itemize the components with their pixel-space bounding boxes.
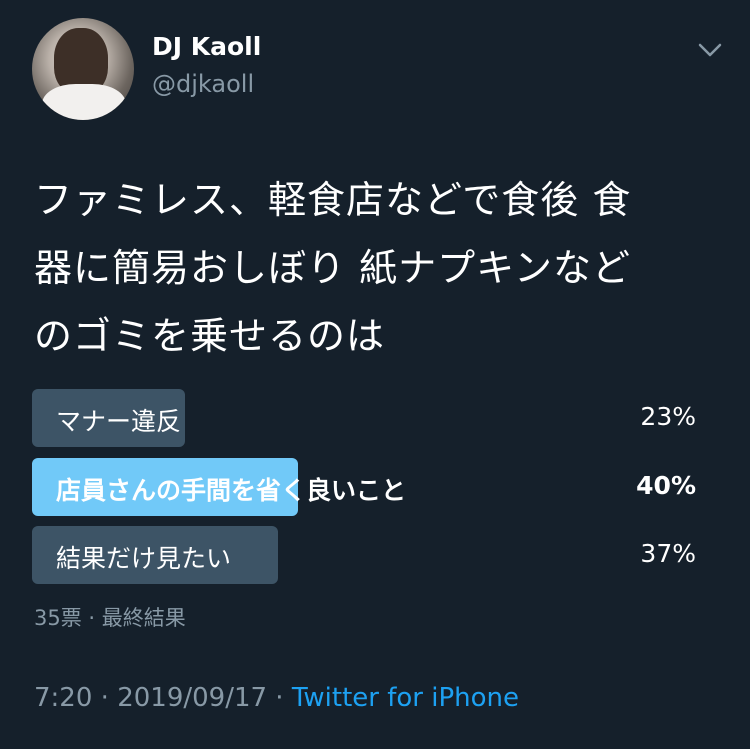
tweet-date[interactable]: 2019/09/17 (117, 683, 267, 713)
avatar-shirt (42, 84, 126, 120)
avatar[interactable] (32, 18, 134, 120)
poll-option: 結果だけ見たい 37% (32, 526, 696, 584)
poll-option-percent: 37% (640, 539, 696, 568)
separator: · (81, 606, 102, 630)
tweet-text-line: のゴミを乗せるのは (34, 314, 386, 358)
user-handle[interactable]: @djkaoll (152, 70, 254, 98)
poll-option-label: 店員さんの手間を省く良いこと (56, 476, 407, 505)
tweet-source-link[interactable]: Twitter for iPhone (292, 683, 519, 713)
tweet-text: ファミレス、軽食店などで食後 食 器に簡易おしぼり 紙ナプキンなど のゴミを乗せ… (34, 166, 724, 370)
poll-vote-count: 35票 (34, 606, 82, 630)
tweet-text-line: 器に簡易おしぼり 紙ナプキンなど (34, 246, 631, 290)
poll-option: マナー違反 23% (32, 389, 696, 447)
poll-option-percent: 40% (636, 471, 696, 500)
poll-status: 最終結果 (101, 606, 186, 630)
tweet-time[interactable]: 7:20 (34, 683, 92, 713)
poll-meta: 35票 · 最終結果 (34, 602, 186, 632)
poll-option: 店員さんの手間を省く良いこと 40% (32, 458, 696, 516)
poll-option-label: 結果だけ見たい (56, 544, 232, 573)
tweet-meta: 7:20 · 2019/09/17 · Twitter for iPhone (34, 683, 519, 713)
separator: · (92, 683, 118, 713)
display-name[interactable]: DJ Kaoll (152, 32, 261, 61)
poll-option-percent: 23% (640, 402, 696, 431)
chevron-down-icon[interactable] (697, 40, 723, 60)
separator: · (267, 683, 292, 713)
poll-option-label: マナー違反 (56, 407, 182, 436)
tweet-text-line: ファミレス、軽食店などで食後 食 (34, 178, 632, 222)
